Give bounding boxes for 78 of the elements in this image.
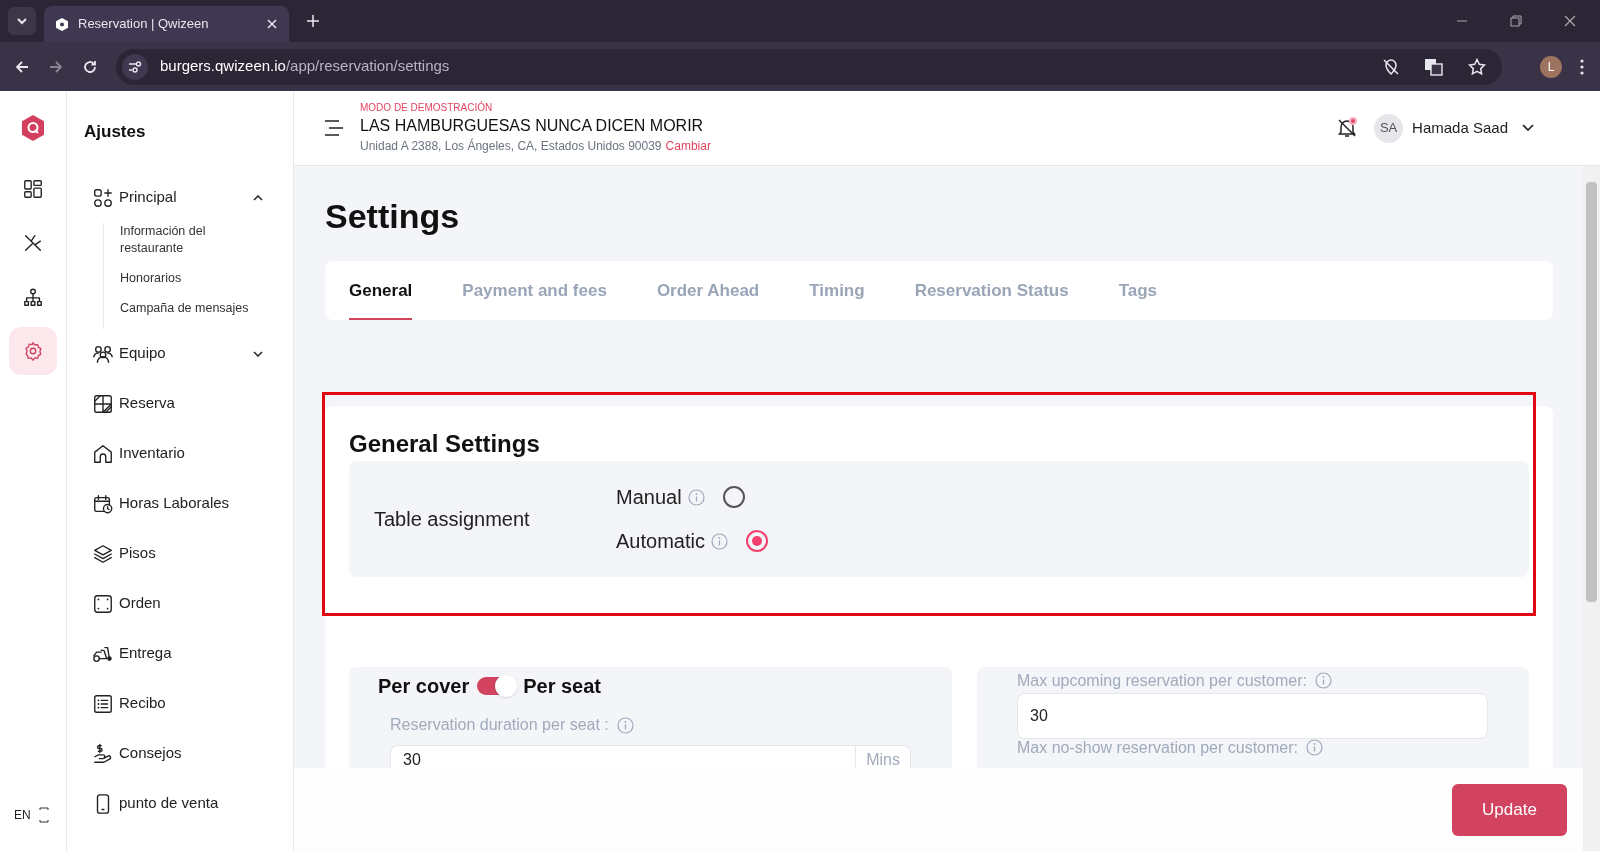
back-icon[interactable]	[14, 58, 30, 75]
sidebar-item[interactable]: Entrega	[84, 628, 263, 679]
field-value: 30	[402, 750, 422, 768]
change-link[interactable]: Cambiar	[665, 137, 711, 155]
notifications-off-icon[interactable]	[1336, 117, 1359, 139]
square-icon	[92, 592, 114, 615]
menu-icon[interactable]	[324, 120, 344, 136]
house-icon	[92, 442, 114, 465]
sidebar-item[interactable]: Equipo	[84, 328, 263, 379]
submenu-item[interactable]: Campaña de mensajes	[120, 299, 263, 317]
close-icon[interactable]	[1564, 15, 1576, 27]
toggle-switch[interactable]	[477, 677, 516, 695]
scrollbar[interactable]	[1583, 166, 1600, 851]
browser-tab[interactable]: Reservation | Qwizeen	[44, 6, 289, 42]
toggle-label: Per cover	[378, 674, 470, 699]
layers-icon	[92, 542, 114, 565]
translate-icon[interactable]	[1424, 57, 1444, 76]
logo-icon[interactable]	[21, 115, 45, 141]
forward-icon[interactable]	[48, 58, 64, 75]
calendar-clock-icon	[92, 492, 114, 515]
option-label: Manual	[616, 485, 682, 510]
hand-coin-icon	[92, 742, 114, 765]
caret-icon	[16, 17, 28, 25]
sidebar-item[interactable]: Recibo	[84, 678, 263, 729]
sidebar-item[interactable]: Principal	[84, 172, 263, 223]
option-label: Automatic	[616, 529, 705, 554]
more-icon[interactable]	[1580, 58, 1584, 75]
section-title: General Settings	[349, 429, 541, 459]
new-tab-icon[interactable]	[307, 15, 319, 27]
sidebar-item[interactable]: Horas Laborales	[84, 478, 263, 529]
chevron-icon[interactable]	[253, 350, 263, 357]
hierarchy-icon	[22, 286, 44, 308]
field-label: Table assignment	[374, 507, 531, 532]
tab-list-button[interactable]	[8, 7, 36, 35]
site-info-icon[interactable]	[122, 53, 148, 80]
tab[interactable]: General	[349, 261, 413, 320]
restore-icon[interactable]	[1510, 15, 1522, 27]
toggle-label: Per seat	[523, 674, 601, 699]
tab-title: Reservation | Qwizeen	[78, 15, 210, 34]
sidebar-item[interactable]: Orden	[84, 578, 263, 629]
address-bar[interactable]: burgers.qwizeen.io/app/reservation/settings	[116, 48, 1502, 85]
sidebar-title: Ajustes	[84, 121, 147, 143]
field-label: Max no-show reservation per customer:	[1017, 739, 1298, 756]
field-label: Max upcoming reservation per customer:	[1017, 672, 1307, 689]
user-avatar[interactable]: SA	[1374, 113, 1404, 143]
profile-avatar[interactable]: L	[1540, 55, 1562, 78]
radio-button[interactable]	[745, 530, 768, 552]
chevron-icon[interactable]	[253, 194, 263, 201]
sidebar-item[interactable]: punto de venta	[84, 778, 263, 829]
reload-icon[interactable]	[82, 58, 98, 75]
sidebar-item[interactable]: Consejos	[84, 728, 263, 779]
sidebar-item[interactable]: Inventario	[84, 428, 263, 479]
radio-button[interactable]	[722, 486, 745, 508]
grid-icon	[92, 392, 114, 415]
user-name[interactable]: Hamada Saad	[1412, 116, 1508, 140]
restaurant-name: LAS HAMBURGUESAS NUNCA DICEN MORIR	[360, 116, 705, 136]
field-label: Reservation duration per seat :	[390, 715, 609, 735]
submenu-item[interactable]: Honorarios	[120, 269, 263, 287]
language-label[interactable]: EN	[14, 806, 31, 824]
list-icon	[92, 692, 114, 715]
demo-mode-label: MODO DE DEMOSTRACIÓN	[360, 101, 494, 115]
settings-icon	[22, 340, 44, 362]
shapes-icon	[92, 186, 114, 209]
sidebar-item[interactable]: Reserva	[84, 378, 263, 429]
duration-field[interactable]: 30 Mins	[390, 745, 911, 769]
star-icon[interactable]	[1468, 57, 1486, 76]
scan-icon	[38, 806, 49, 824]
page-title: Settings	[325, 196, 461, 237]
update-button[interactable]: Update	[1452, 783, 1567, 836]
sidebar-item[interactable]: Pisos	[84, 528, 263, 579]
location-off-icon[interactable]	[1382, 57, 1400, 76]
submenu-item[interactable]: Información del restaurante	[120, 222, 263, 257]
restaurant-address: Unidad A 2388, Los Ángeles, CA, Estados Unidos 90039	[360, 137, 662, 155]
dashboard-icon	[22, 178, 44, 200]
url-text: burgers.qwizeen.io/app/reservation/settings	[160, 56, 451, 77]
input-field[interactable]: 30	[1017, 693, 1488, 739]
chevron-down-icon[interactable]	[1522, 124, 1534, 132]
hexagon-icon	[56, 17, 68, 31]
